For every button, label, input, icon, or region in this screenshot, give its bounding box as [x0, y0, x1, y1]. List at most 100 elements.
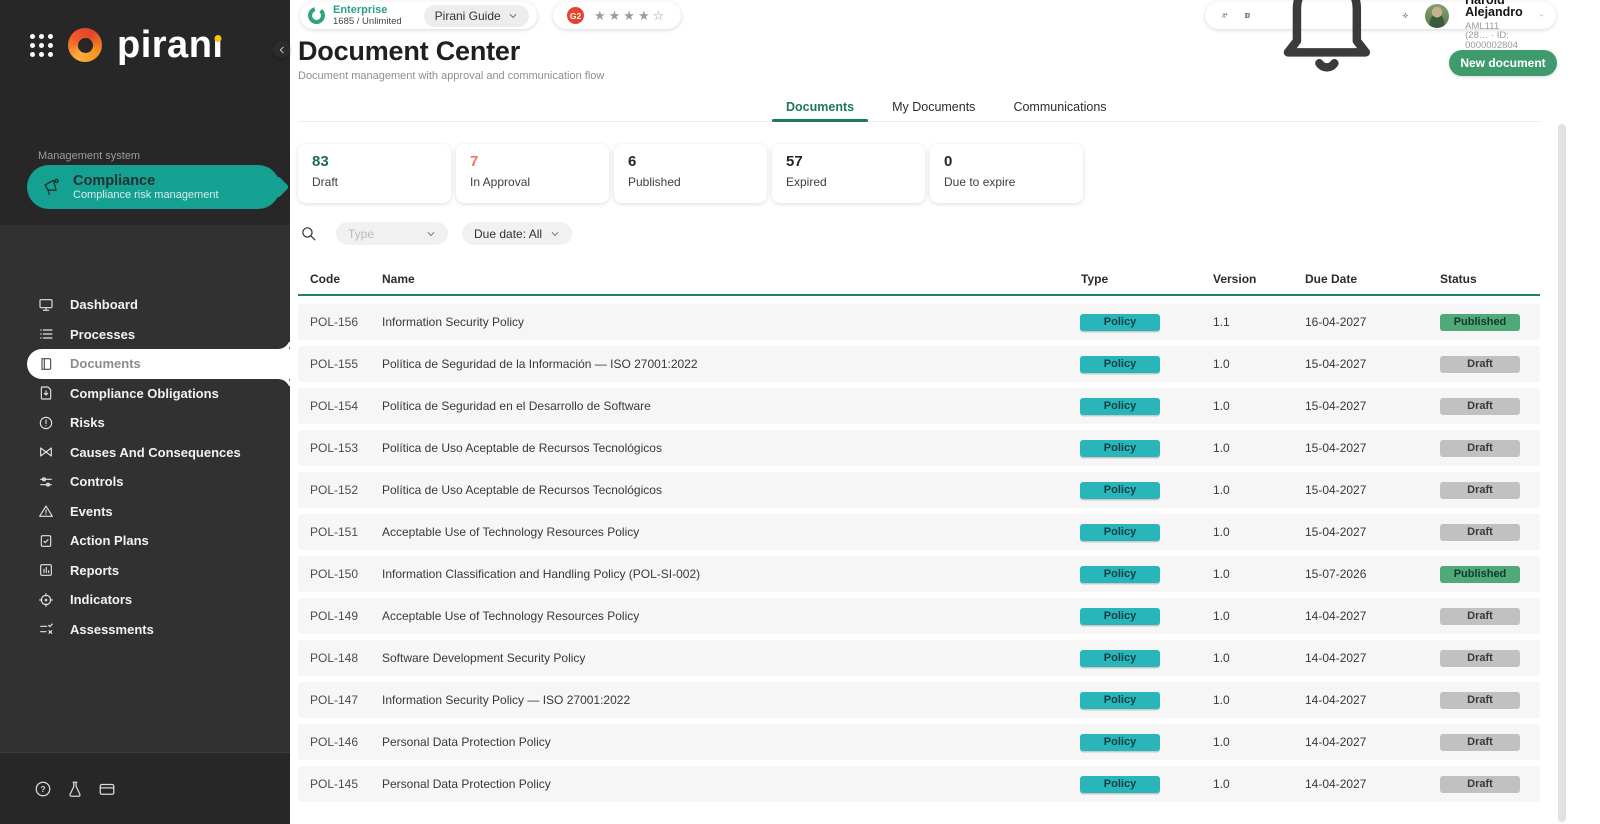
pirani-guide-dropdown[interactable]: Pirani Guide — [423, 4, 529, 27]
sidebar-item-action-plans[interactable]: Action Plans — [0, 526, 290, 556]
cell-due-date: 15-04-2027 — [1305, 441, 1367, 455]
cell-version: 1.0 — [1213, 735, 1230, 749]
help-icon[interactable]: ? — [34, 780, 52, 798]
filter-row: Type Due date: All — [300, 222, 573, 245]
table-row-pol-147[interactable]: POL-147 Information Security Policy — ISO… — [298, 682, 1540, 718]
flask-icon[interactable] — [66, 780, 84, 798]
sidebar-collapse-button[interactable] — [273, 41, 290, 58]
causes-icon — [38, 444, 54, 460]
table-row-pol-156[interactable]: POL-156 Information Security Policy Policy… — [298, 304, 1540, 340]
type-badge: Policy — [1080, 607, 1160, 625]
due-date-filter-dropdown[interactable]: Due date: All — [462, 222, 573, 245]
user-menu-chevron-icon[interactable] — [1539, 9, 1544, 22]
stat-card-draft[interactable]: 83 Draft — [298, 144, 451, 203]
cell-version: 1.0 — [1213, 693, 1230, 707]
type-badge: Policy — [1080, 313, 1160, 331]
column-header-name[interactable]: Name — [382, 272, 415, 286]
table-row-pol-155[interactable]: POL-155 Política de Seguridad de la Infor… — [298, 346, 1540, 382]
stat-card-in-approval[interactable]: 7 In Approval — [456, 144, 609, 203]
obligations-icon — [38, 385, 54, 401]
sidebar-item-label: Documents — [70, 356, 141, 372]
rating-pill: G2 ★★★★☆ — [553, 2, 682, 29]
brand-wordmark: piranı — [117, 24, 224, 66]
plan-logo-icon — [308, 7, 325, 24]
dots-grid-icon — [30, 33, 53, 57]
stat-label: Draft — [312, 175, 339, 189]
sidebar-item-reports[interactable]: Reports — [0, 556, 290, 586]
table-row-pol-149[interactable]: POL-149 Acceptable Use of Technology Reso… — [298, 598, 1540, 634]
sidebar-item-risks[interactable]: Risks — [0, 408, 290, 438]
sidebar-item-label: Action Plans — [70, 533, 149, 549]
star-rating[interactable]: ★★★★☆ — [594, 8, 667, 24]
column-header-code[interactable]: Code — [310, 272, 340, 286]
table-row-pol-150[interactable]: POL-150 Information Classification and Ha… — [298, 556, 1540, 592]
cell-code: POL-153 — [310, 441, 359, 455]
column-header-status[interactable]: Status — [1440, 272, 1477, 286]
cell-version: 1.0 — [1213, 441, 1230, 455]
user-info: Hello, Harold Alejandro AML111 (28… · ID… — [1465, 0, 1523, 50]
sidebar-item-causes-and-consequences[interactable]: Causes And Consequences — [0, 438, 290, 468]
i-dot — [214, 35, 222, 42]
g2-logo-icon: G2 — [567, 7, 584, 24]
new-document-button[interactable]: New document — [1449, 50, 1557, 76]
add-user-icon[interactable] — [1221, 7, 1228, 24]
type-badge: Policy — [1080, 733, 1160, 751]
sidebar-item-assessments[interactable]: Assessments — [0, 615, 290, 645]
cell-version: 1.0 — [1213, 483, 1230, 497]
tab-communications[interactable]: Communications — [999, 95, 1120, 119]
table-row-pol-151[interactable]: POL-151 Acceptable Use of Technology Reso… — [298, 514, 1540, 550]
column-header-due-date[interactable]: Due Date — [1305, 272, 1357, 286]
sidebar-nav: Dashboard Processes Documents Compliance Ob… — [0, 290, 290, 644]
plan-pill: Enterprise 1685 / Unlimited Pirani Guide — [300, 2, 537, 29]
table-row-pol-153[interactable]: POL-153 Política de Uso Aceptable de Recu… — [298, 430, 1540, 466]
tab-my-documents[interactable]: My Documents — [878, 95, 989, 119]
cell-code: POL-150 — [310, 567, 359, 581]
status-badge: Draft — [1440, 397, 1520, 415]
status-badge: Published — [1440, 313, 1520, 331]
module-selector-compliance[interactable]: Compliance Compliance risk management — [27, 165, 280, 209]
stat-card-expired[interactable]: 57 Expired — [772, 144, 925, 203]
pirani-o-icon — [68, 28, 102, 62]
brand-logo[interactable]: piranı — [30, 24, 224, 66]
gear-icon[interactable] — [1402, 7, 1409, 24]
notifications-button[interactable]: 13 — [1267, 0, 1387, 75]
avatar[interactable] — [1425, 3, 1450, 28]
stat-label: In Approval — [470, 175, 531, 189]
stat-label: Expired — [786, 175, 827, 189]
table-row-pol-146[interactable]: POL-146 Personal Data Protection Policy Po… — [298, 724, 1540, 760]
module-title: Compliance — [73, 172, 156, 189]
sidebar-item-events[interactable]: Events — [0, 497, 290, 527]
table-row-pol-154[interactable]: POL-154 Política de Seguridad en el Desar… — [298, 388, 1540, 424]
cell-name: Information Classification and Handling … — [382, 567, 701, 581]
table-row-pol-148[interactable]: POL-148 Software Development Security Pol… — [298, 640, 1540, 676]
column-header-version[interactable]: Version — [1213, 272, 1256, 286]
sidebar-item-documents[interactable]: Documents — [27, 349, 290, 379]
stat-value: 6 — [628, 153, 637, 170]
tab-documents[interactable]: Documents — [772, 95, 869, 122]
type-badge: Policy — [1080, 775, 1160, 793]
sidebar-divider — [0, 752, 290, 753]
sidebar-item-label: Causes And Consequences — [70, 444, 241, 460]
search-icon[interactable] — [300, 225, 317, 242]
stat-card-due-to-expire[interactable]: 0 Due to expire — [930, 144, 1083, 203]
vertical-scrollbar[interactable] — [1558, 124, 1566, 822]
card-icon[interactable] — [98, 780, 116, 798]
sidebar-item-processes[interactable]: Processes — [0, 320, 290, 350]
table-row-pol-145[interactable]: POL-145 Personal Data Protection Policy Po… — [298, 766, 1540, 802]
type-badge: Policy — [1080, 523, 1160, 541]
table-row-pol-152[interactable]: POL-152 Política de Uso Aceptable de Recu… — [298, 472, 1540, 508]
cell-name: Acceptable Use of Technology Resources P… — [382, 609, 640, 623]
type-badge: Policy — [1080, 691, 1160, 709]
sidebar-item-compliance-obligations[interactable]: Compliance Obligations — [0, 379, 290, 409]
column-header-type[interactable]: Type — [1081, 272, 1108, 286]
cell-code: POL-149 — [310, 609, 359, 623]
sidebar-item-controls[interactable]: Controls — [0, 467, 290, 497]
sidebar-item-indicators[interactable]: Indicators — [0, 585, 290, 615]
stat-card-published[interactable]: 6 Published — [614, 144, 767, 203]
sidebar-item-dashboard[interactable]: Dashboard — [0, 290, 290, 320]
cell-version: 1.0 — [1213, 357, 1230, 371]
library-icon[interactable] — [1244, 7, 1251, 24]
type-badge: Policy — [1080, 649, 1160, 667]
type-filter-dropdown[interactable]: Type — [336, 222, 448, 245]
bell-icon — [1267, 0, 1387, 75]
